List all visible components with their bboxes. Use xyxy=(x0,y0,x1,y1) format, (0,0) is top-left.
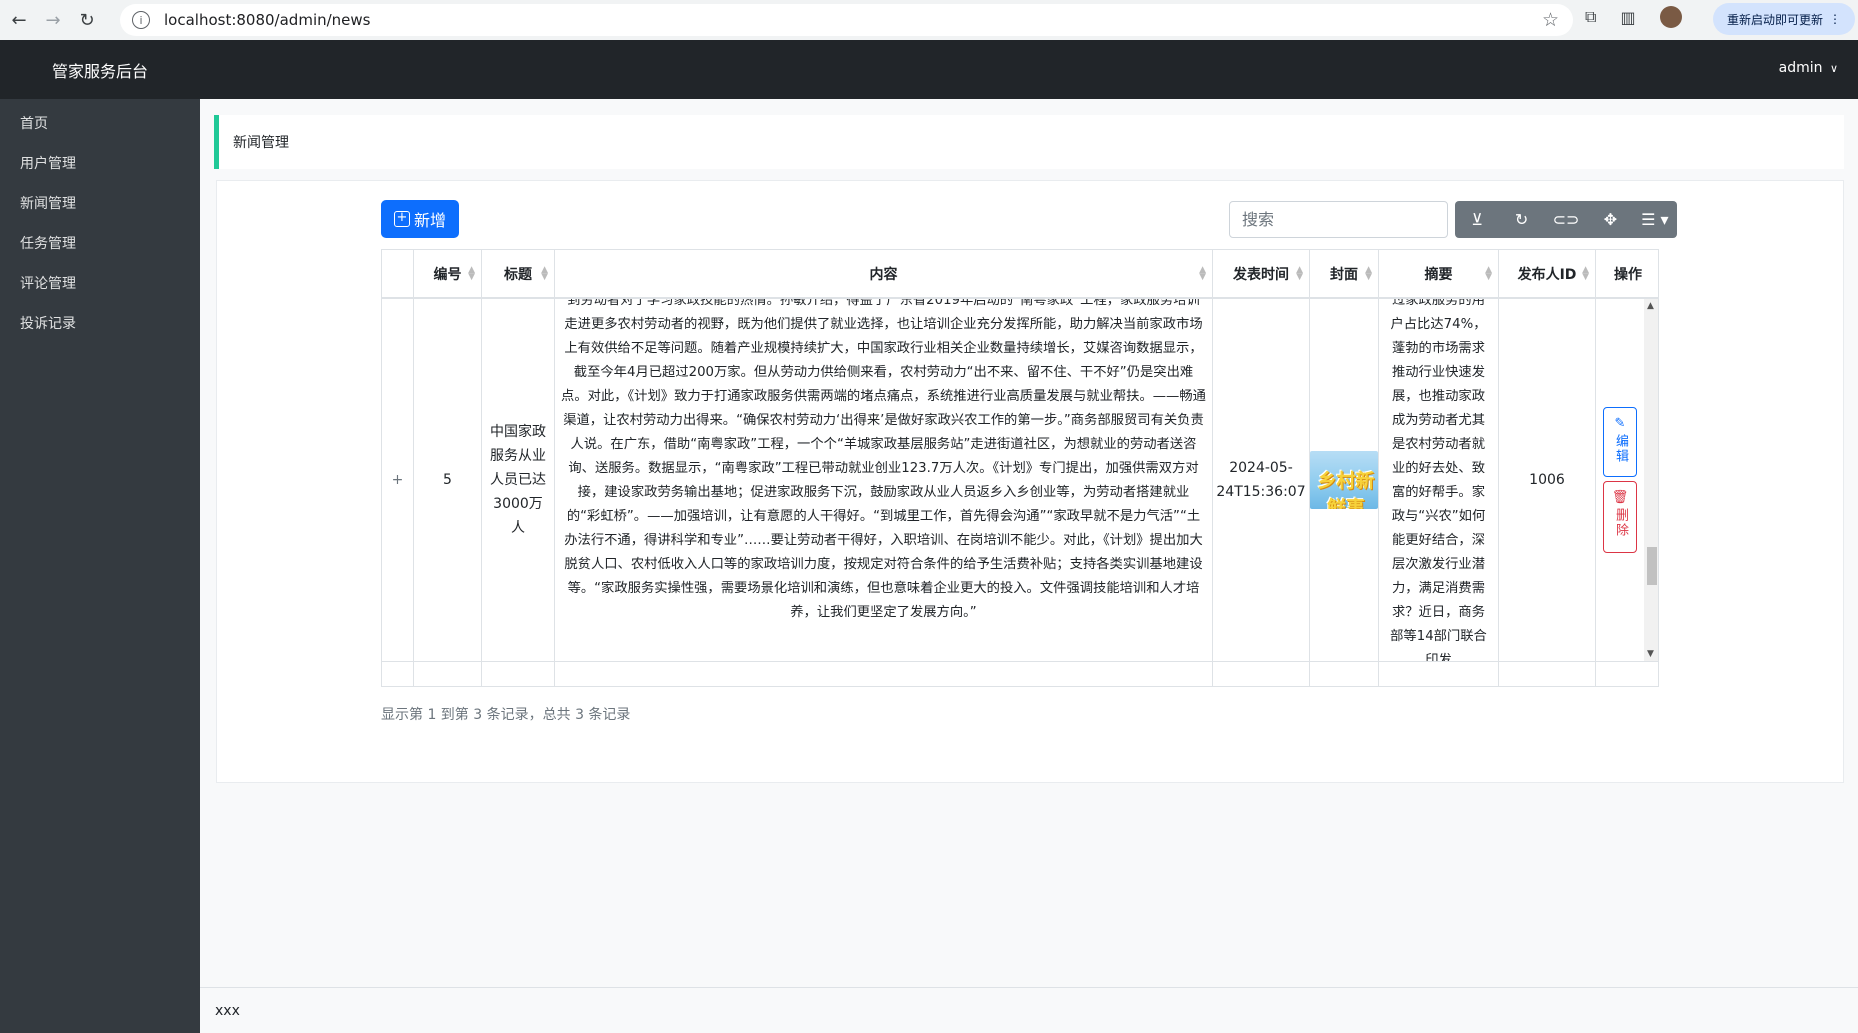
cell-publish-time: 2024-05-24T15:36:07 xyxy=(1213,299,1310,661)
header-summary[interactable]: 摘要 ▲ ▼ xyxy=(1379,250,1499,298)
toggle-view-icon[interactable]: ⊂⊃ xyxy=(1544,201,1588,238)
add-news-button[interactable]: + 新增 xyxy=(381,200,459,238)
summary-text: 过家政服务的用户占比达74%，蓬勃的市场需求推动行业快速发展，也推动家政成为劳动… xyxy=(1390,299,1487,661)
sidebar-item-news[interactable]: 新闻管理 xyxy=(0,184,200,224)
chevron-down-icon: ∨ xyxy=(1829,62,1838,75)
user-menu[interactable]: admin ∨ xyxy=(1779,60,1838,76)
cover-image-text: 乡村新鲜事 xyxy=(1317,470,1375,509)
header-actions: 操作 xyxy=(1614,267,1642,283)
table-row: + 5 中国家政服务从业人员已达3000万人 到劳动者对于学习家政技能的热情。孙… xyxy=(382,299,1658,661)
header-content[interactable]: 内容 ▲ ▼ xyxy=(555,250,1213,298)
bookmark-star-icon[interactable]: ☆ xyxy=(1542,9,1559,31)
refresh-icon[interactable]: ↻ xyxy=(1499,201,1543,238)
cell-id: 5 xyxy=(414,299,482,661)
back-icon[interactable]: ← xyxy=(4,5,34,35)
cell-publisher-id: 1006 xyxy=(1499,299,1596,661)
scrollbar-thumb[interactable] xyxy=(1647,547,1657,585)
app-header: 管家服务后台 admin ∨ xyxy=(0,40,1858,99)
restart-update-label: 重新启动即可更新 xyxy=(1726,12,1823,27)
header-id[interactable]: 编号 ▲ ▼ xyxy=(414,250,482,298)
export-icon[interactable]: ⊻ xyxy=(1455,201,1499,238)
browser-toolbar: ← → ↻ i localhost:8080/admin/news ☆ ⧉ ▥ … xyxy=(0,0,1858,40)
sidebar-item-tasks[interactable]: 任务管理 xyxy=(0,224,200,264)
address-bar[interactable]: i localhost:8080/admin/news ☆ xyxy=(120,4,1573,36)
main-content: 新闻管理 + 新增 ⊻ ↻ ⊂⊃ ✥ ☰ ▾ 编号▲▼ 标题▲▼ 内容▲▼ 发表… xyxy=(200,99,1858,987)
news-table: 编号 ▲ ▼ 标题 ▲ ▼ 内容 ▲ ▼ 发表时间 ▲ ▼ 封面 ▲ ▼ 摘要 ▲ ▼ 发布人ID ▲ ▼ … xyxy=(381,249,1659,687)
header-title[interactable]: 标题 ▲ ▼ xyxy=(482,250,555,298)
breadcrumb: 新闻管理 xyxy=(214,115,1844,169)
url-text: localhost:8080/admin/news xyxy=(164,11,371,29)
header-expand xyxy=(382,250,414,298)
content-text: 到劳动者对于学习家政技能的热情。孙敏介绍，得益于广东省2019年启动的“南粤家政… xyxy=(561,299,1206,620)
cell-actions: ✎ 编辑 🗑 删除 xyxy=(1596,299,1644,661)
expand-row-button[interactable]: + xyxy=(382,299,414,661)
header-cover[interactable]: 封面 ▲ ▼ xyxy=(1310,250,1379,298)
sidebar-item-users[interactable]: 用户管理 xyxy=(0,144,200,184)
user-name: admin xyxy=(1778,60,1823,76)
delete-label: 删除 xyxy=(1613,508,1628,538)
sidebar: 首页 用户管理 新闻管理 任务管理 评论管理 投诉记录 xyxy=(0,99,200,1033)
fullscreen-icon[interactable]: ✥ xyxy=(1588,201,1632,238)
brand-title[interactable]: 管家服务后台 xyxy=(0,40,200,99)
header-publish-time[interactable]: 发表时间 ▲ ▼ xyxy=(1213,250,1310,298)
cell-content: 到劳动者对于学习家政技能的热情。孙敏介绍，得益于广东省2019年启动的“南粤家政… xyxy=(555,299,1213,661)
search-input[interactable] xyxy=(1229,201,1448,238)
table-scrollbar[interactable]: ▲ ▼ xyxy=(1644,299,1658,661)
sidebar-item-complaints[interactable]: 投诉记录 xyxy=(0,304,200,344)
add-label: 新增 xyxy=(413,211,446,230)
site-info-icon[interactable]: i xyxy=(132,11,150,29)
pagination-info: 显示第 1 到第 3 条记录，总共 3 条记录 xyxy=(381,707,631,723)
table-header: 编号 ▲ ▼ 标题 ▲ ▼ 内容 ▲ ▼ 发表时间 ▲ ▼ 封面 ▲ ▼ 摘要 ▲ ▼ 发布人ID ▲ ▼ … xyxy=(382,250,1658,299)
cell-cover: 乡村新鲜事 xyxy=(1310,299,1379,661)
header-publisher-id[interactable]: 发布人ID ▲ ▼ xyxy=(1499,250,1596,298)
cover-image: 乡村新鲜事 xyxy=(1310,451,1378,509)
restart-update-button[interactable]: 重新启动即可更新 ⋮ xyxy=(1713,3,1855,35)
plus-square-icon: + xyxy=(393,211,410,227)
more-vert-icon: ⋮ xyxy=(1829,12,1841,26)
delete-button[interactable]: 🗑 删除 xyxy=(1603,481,1637,553)
cell-summary: 过家政服务的用户占比达74%，蓬勃的市场需求推动行业快速发展，也推动家政成为劳动… xyxy=(1379,299,1499,661)
page-footer: xxx xyxy=(200,987,1858,1033)
trash-icon: 🗑 xyxy=(1611,490,1629,505)
footer-text: xxx xyxy=(215,1002,240,1019)
table-footer xyxy=(382,661,1658,686)
reload-icon[interactable]: ↻ xyxy=(72,5,102,35)
scroll-up-arrow-icon[interactable]: ▲ xyxy=(1647,301,1654,311)
page-title: 新闻管理 xyxy=(233,135,289,151)
scroll-down-arrow-icon[interactable]: ▼ xyxy=(1647,649,1654,659)
news-table-card: + 新增 ⊻ ↻ ⊂⊃ ✥ ☰ ▾ 编号▲▼ 标题▲▼ 内容▲▼ 发表时间▲▼ … xyxy=(216,180,1844,783)
sidebar-item-home[interactable]: 首页 xyxy=(0,104,200,144)
sidepanel-icon[interactable]: ▥ xyxy=(1620,8,1635,27)
sidebar-item-comments[interactable]: 评论管理 xyxy=(0,264,200,304)
avatar[interactable] xyxy=(1659,6,1682,28)
forward-icon[interactable]: → xyxy=(38,5,68,35)
edit-label: 编辑 xyxy=(1613,434,1628,464)
cell-title: 中国家政服务从业人员已达3000万人 xyxy=(482,299,555,661)
edit-button[interactable]: ✎ 编辑 xyxy=(1603,407,1637,477)
columns-menu-icon[interactable]: ☰ ▾ xyxy=(1633,201,1677,238)
table-toolbar: ⊻ ↻ ⊂⊃ ✥ ☰ ▾ xyxy=(1455,201,1677,238)
pencil-icon: ✎ xyxy=(1614,416,1626,431)
extensions-icon[interactable]: ⧉ xyxy=(1585,7,1596,27)
